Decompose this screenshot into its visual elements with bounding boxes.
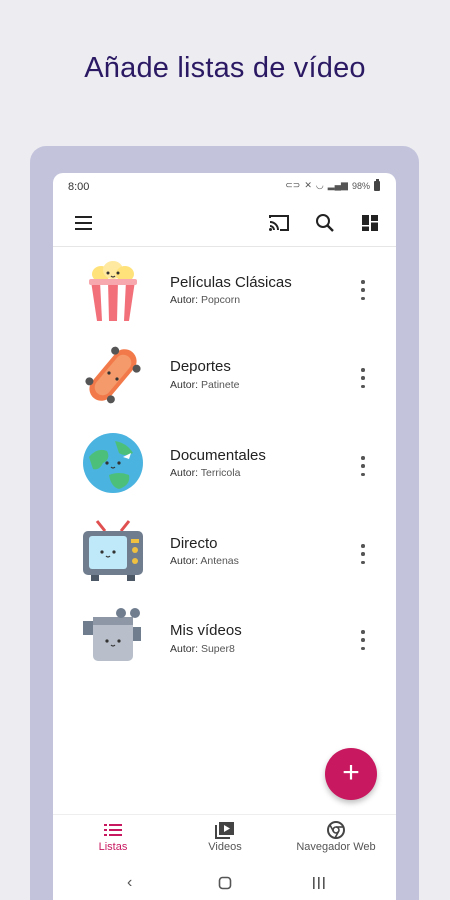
tv-icon [83, 520, 143, 581]
playlist-author: Autor: Terricola [170, 467, 241, 479]
playlist-author: Autor: Popcorn [170, 294, 241, 306]
playlist-author: Autor: Antenas [170, 555, 239, 567]
toolbar-divider [53, 246, 396, 247]
home-icon[interactable] [218, 876, 232, 895]
popcorn-icon [89, 261, 137, 321]
grid-layout-icon[interactable] [356, 209, 384, 237]
camera-icon [83, 608, 141, 661]
tab-listas[interactable]: Listas [83, 819, 143, 853]
status-icons: ⊂⊃ ✕ ◡ ▂▄▆ 98% [285, 178, 380, 191]
search-icon[interactable] [311, 209, 339, 237]
add-playlist-button[interactable]: + [325, 748, 377, 800]
playlist-title: Directo [170, 535, 218, 552]
cast-icon[interactable] [265, 209, 293, 237]
list-item[interactable]: Documentales Autor: Terricola [53, 429, 396, 509]
battery-level: 98% [351, 180, 370, 191]
playlist-title: Películas Clásicas [170, 274, 292, 291]
tab-label: Listas [98, 841, 128, 853]
promo-headline: Añade listas de vídeo [84, 52, 366, 84]
tab-videos[interactable]: Videos [195, 819, 255, 853]
battery-icon [374, 178, 380, 191]
more-options-icon[interactable] [356, 456, 370, 476]
wifi-icon: ◡ [315, 180, 324, 190]
tab-navegador-web[interactable]: Navegador Web [283, 819, 389, 853]
playlist-title: Mis vídeos [170, 622, 242, 639]
signal-icon: ▂▄▆ [327, 180, 348, 190]
bottom-navigation: Listas Videos Navegador Web [53, 814, 396, 862]
playlist-author: Autor: Patinete [170, 379, 240, 391]
recents-icon[interactable] [311, 876, 327, 895]
add-icon: + [342, 756, 360, 789]
tab-label: Videos [208, 841, 242, 853]
earth-icon [83, 433, 143, 493]
mute-icon: ✕ [304, 180, 312, 190]
hamburger-icon[interactable] [69, 209, 97, 237]
system-navigation-bar: ‹ [53, 870, 396, 900]
app-toolbar [53, 201, 396, 245]
list-item[interactable]: Mis vídeos Autor: Super8 [53, 605, 396, 685]
list-item[interactable]: Directo Autor: Antenas [53, 517, 396, 597]
status-bar: 8:00 ⊂⊃ ✕ ◡ ▂▄▆ 98% [53, 173, 396, 201]
playlist-title: Deportes [170, 358, 231, 375]
playlist-author: Autor: Super8 [170, 643, 235, 655]
phone-screen: 8:00 ⊂⊃ ✕ ◡ ▂▄▆ 98% Películas Clásicas A… [53, 173, 396, 900]
link-icon: ⊂⊃ [285, 180, 301, 190]
browser-icon [283, 819, 389, 841]
playlist-title: Documentales [170, 447, 266, 464]
more-options-icon[interactable] [356, 544, 370, 564]
skateboard-icon [85, 346, 141, 404]
more-options-icon[interactable] [356, 280, 370, 300]
video-library-icon [195, 819, 255, 841]
tab-label: Navegador Web [296, 841, 376, 853]
back-icon[interactable]: ‹ [127, 874, 132, 892]
more-options-icon[interactable] [356, 368, 370, 388]
list-icon [83, 819, 143, 841]
list-item[interactable]: Deportes Autor: Patinete [53, 341, 396, 421]
more-options-icon[interactable] [356, 630, 370, 650]
list-item[interactable]: Películas Clásicas Autor: Popcorn [53, 253, 396, 333]
status-time: 8:00 [68, 181, 90, 193]
